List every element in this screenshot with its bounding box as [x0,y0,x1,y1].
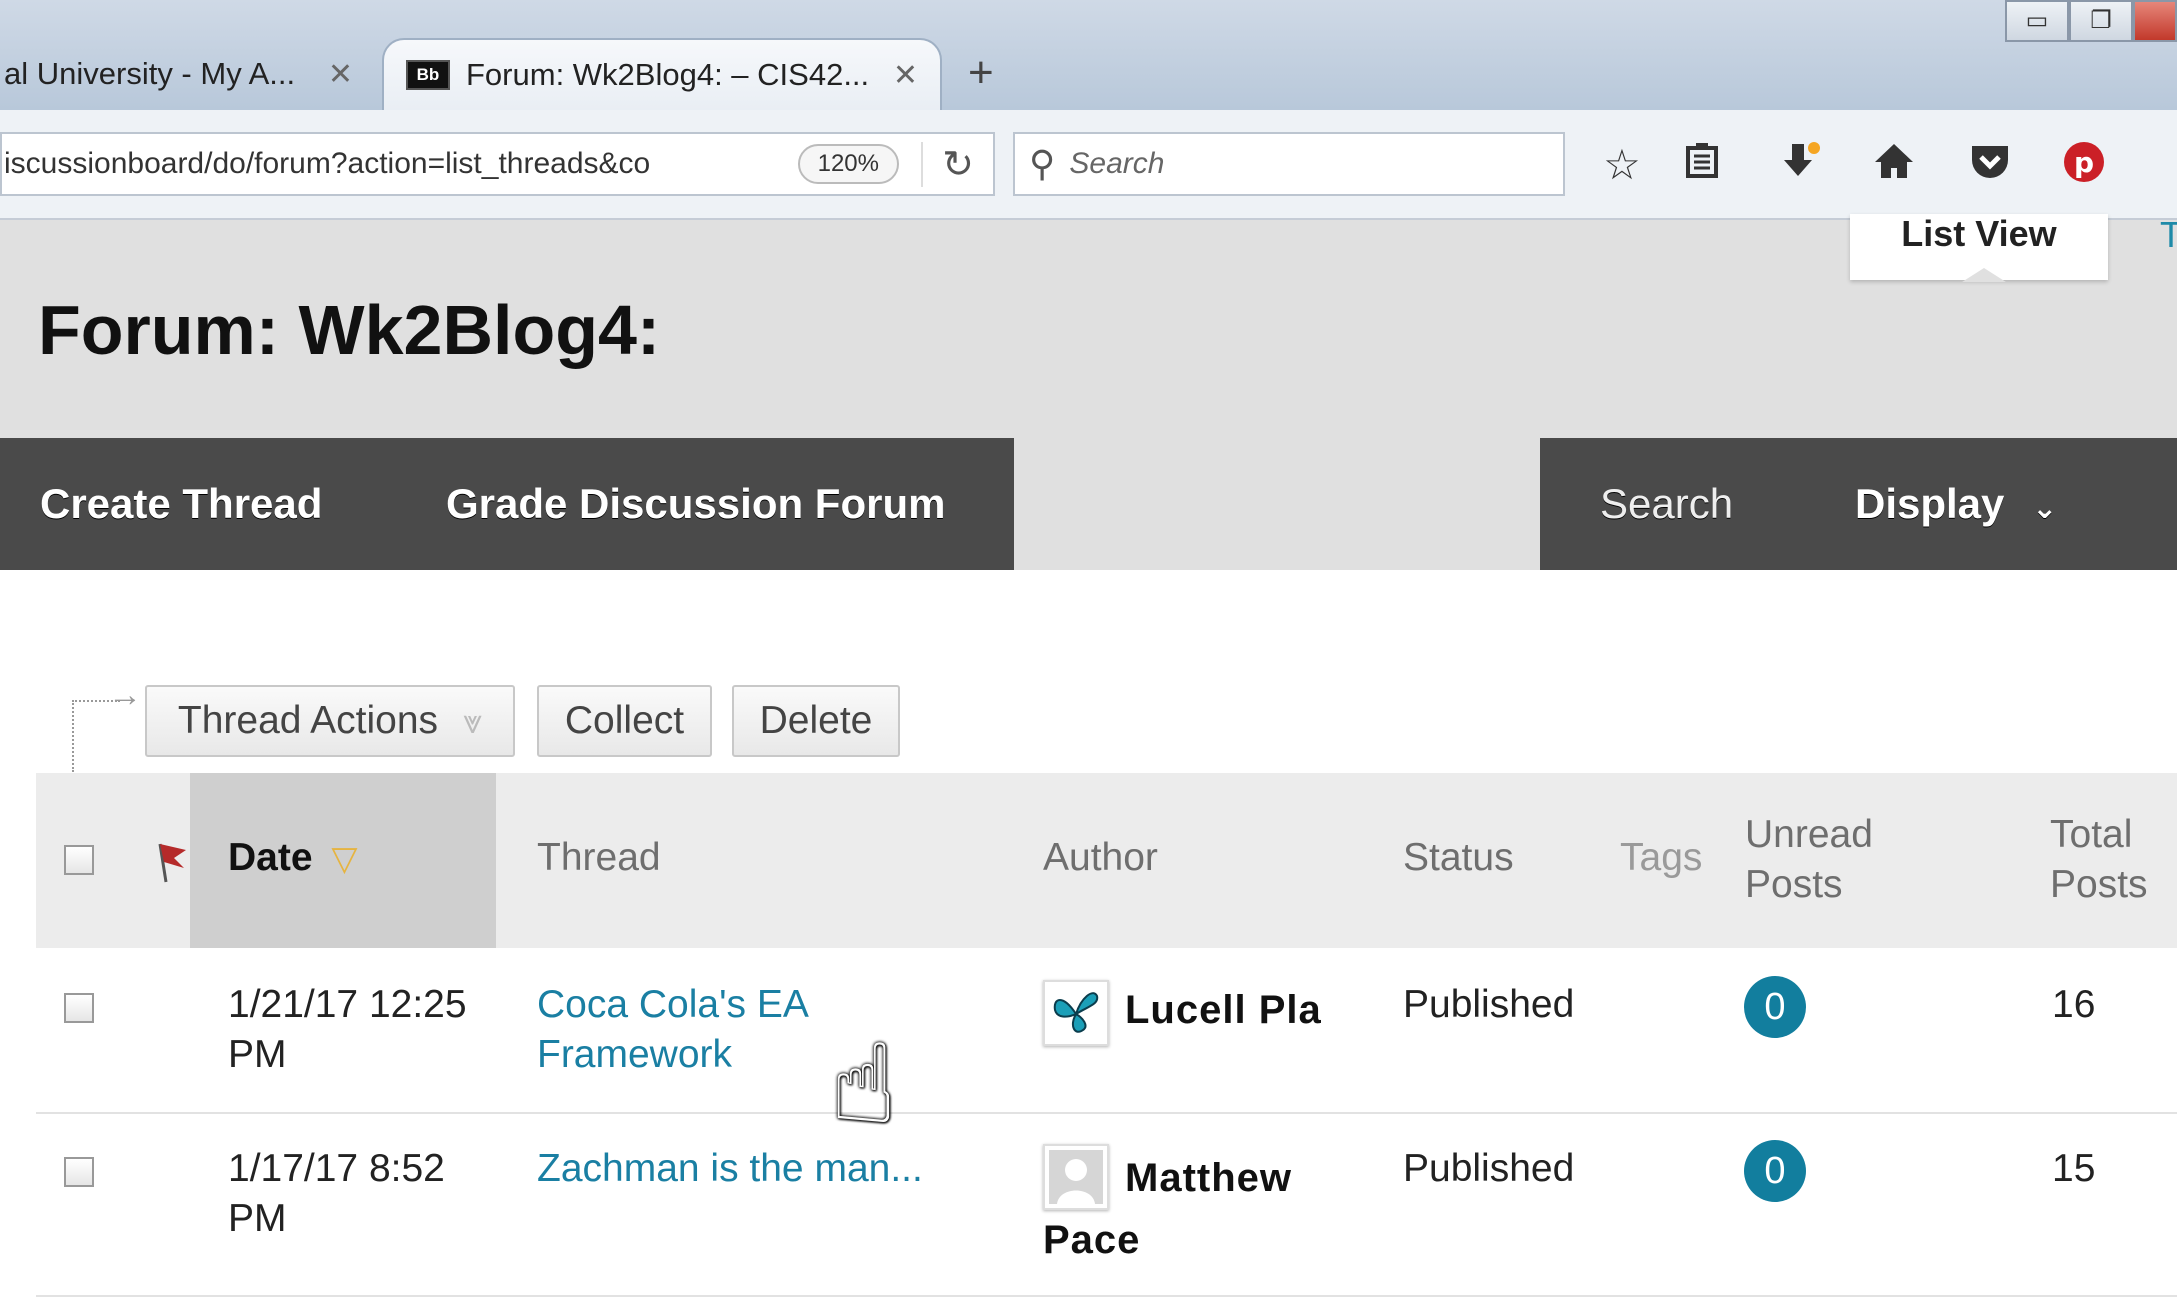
total-header-line2: Posts [2050,863,2148,906]
pinterest-icon[interactable]: p [2054,140,2114,194]
row-checkbox[interactable] [64,993,94,1023]
row-checkbox[interactable] [64,1157,94,1187]
downloads-icon[interactable] [1770,140,1830,194]
thread-actions-label: Thread Actions [177,699,439,742]
reload-icon[interactable]: ↻ [921,141,993,187]
browser-tab-university[interactable]: al University - My A... ✕ [0,38,375,110]
total-posts-column-header[interactable]: Total Posts [2050,810,2148,910]
browser-search-input[interactable]: ⚲ Search [1013,132,1565,196]
chevron-down-icon: ⌄ [2032,492,2058,525]
author-name-line2: Pace [1043,1218,1141,1262]
create-thread-button[interactable]: Create Thread [40,438,322,570]
unread-header-line1: Unread [1745,813,1873,856]
url-text[interactable]: iscussionboard/do/forum?action=list_thre… [2,147,798,181]
tab-title: al University - My A... [4,56,296,91]
sort-descending-icon: ▽ [331,840,358,878]
author-avatar [1043,980,1109,1046]
close-icon[interactable]: ✕ [328,57,353,92]
search-placeholder: Search [1069,147,1165,180]
blackboard-favicon: Bb [406,60,450,90]
row-status: Published [1403,1147,1575,1190]
minimize-icon[interactable]: ▭ [2005,0,2069,42]
window-controls: ▭ ❐ [2005,0,2177,42]
row-date-line2: PM [228,1033,287,1076]
browser-tab-forum[interactable]: Bb Forum: Wk2Blog4: – CIS42... ✕ [382,38,942,110]
row-status: Published [1403,983,1575,1026]
new-tab-icon[interactable]: + [968,48,994,98]
total-header-line1: Total [2050,813,2133,856]
display-button[interactable]: Display ⌄ [1855,438,2057,570]
close-window-icon[interactable] [2133,0,2177,42]
thread-column-header[interactable]: Thread [537,836,661,880]
status-column-header[interactable]: Status [1403,836,1514,880]
home-icon[interactable] [1864,140,1924,194]
thread-link-line2: Framework [537,1033,733,1076]
grade-discussion-forum-button[interactable]: Grade Discussion Forum [446,438,945,570]
bookmark-star-icon[interactable]: ☆ [1592,140,1652,189]
tab-title: Forum: Wk2Blog4: – CIS42... [466,57,870,92]
list-view-notch [1962,268,2006,282]
pocket-icon[interactable] [1960,140,2020,194]
total-posts: 15 [2052,1147,2096,1190]
row-date: 1/21/17 12:25 PM [228,980,467,1080]
hand-cursor-icon: ☝ [830,1023,897,1146]
display-label: Display [1855,480,2005,527]
date-column-header[interactable]: Date ▽ [228,836,358,880]
search-button[interactable]: Search [1600,438,1733,570]
thread-link[interactable]: Zachman is the man... [537,1144,923,1194]
flag-icon[interactable] [154,840,190,889]
restore-icon[interactable]: ❐ [2069,0,2133,42]
row-date: 1/17/17 8:52 PM [228,1144,445,1244]
address-bar[interactable]: iscussionboard/do/forum?action=list_thre… [0,132,995,196]
author-name[interactable]: Lucell Pla [1125,988,1322,1033]
zoom-indicator[interactable]: 120% [797,144,899,184]
total-posts: 16 [2052,983,2096,1026]
date-header-label: Date [228,836,313,879]
row-date-line1: 1/17/17 8:52 [228,1147,445,1190]
unread-count-badge[interactable]: 0 [1744,976,1806,1038]
svg-text:p: p [2074,146,2094,179]
author-avatar [1043,1144,1109,1210]
page-title: Forum: Wk2Blog4: [38,291,661,369]
author-name[interactable]: Matthew [1125,1156,1292,1201]
row-date-line2: PM [228,1197,287,1240]
action-bar-gap [1014,438,1540,570]
selection-arrow-icon: → [72,676,142,772]
thread-link[interactable]: Coca Cola's EA Framework [537,980,809,1080]
search-icon: ⚲ [1029,143,1056,184]
author-column-header[interactable]: Author [1043,836,1158,880]
tree-view-toggle[interactable]: T [2160,214,2177,256]
tags-column-header: Tags [1620,836,1703,879]
row-date-line1: 1/21/17 12:25 [228,983,467,1026]
unread-posts-column-header[interactable]: Unread Posts [1745,810,1873,910]
reading-list-icon[interactable] [1672,140,1732,190]
close-icon[interactable]: ✕ [893,58,918,93]
delete-button[interactable]: Delete [732,685,900,757]
select-all-checkbox[interactable] [64,845,94,875]
thread-link-line1: Coca Cola's EA [537,983,809,1026]
unread-header-line2: Posts [1745,863,1843,906]
row-divider [36,1112,2177,1114]
unread-count-badge[interactable]: 0 [1744,1140,1806,1202]
collect-button[interactable]: Collect [537,685,712,757]
double-chevron-down-icon: ⩔ [462,703,483,741]
thread-actions-button[interactable]: Thread Actions ⩔ [145,685,515,757]
